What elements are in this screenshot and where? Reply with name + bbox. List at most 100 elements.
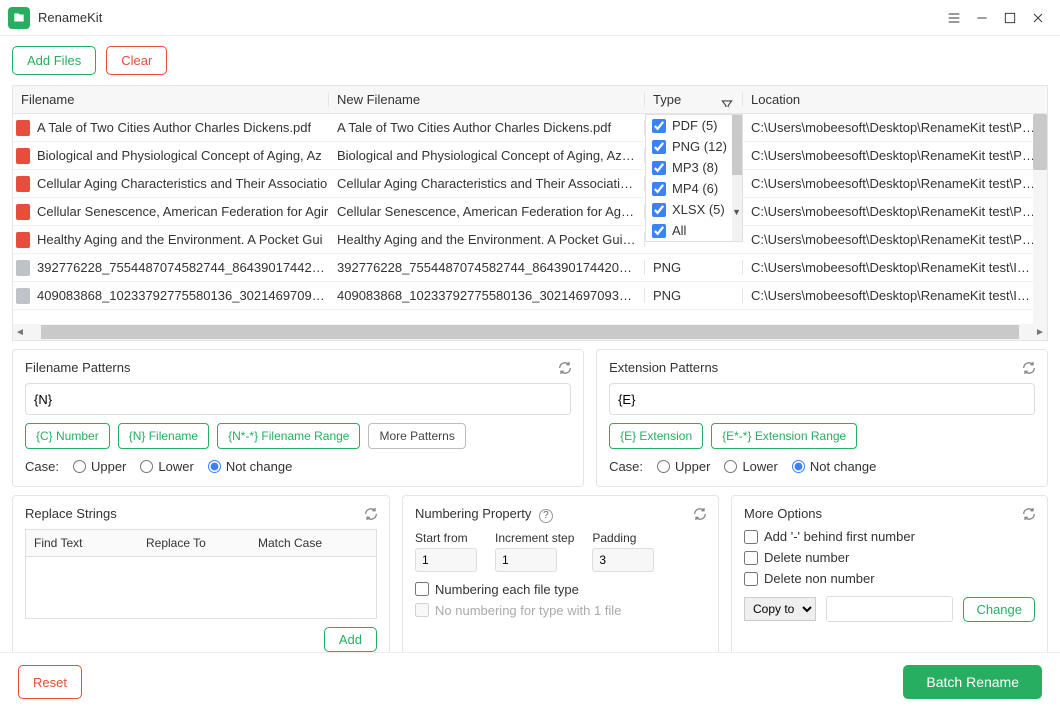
file-icon bbox=[15, 260, 31, 276]
delete-number-check[interactable]: Delete number bbox=[744, 550, 1035, 565]
type-filter-item[interactable]: All bbox=[646, 220, 742, 241]
panel-title: More Options bbox=[744, 506, 1035, 521]
file-icon bbox=[15, 232, 31, 248]
type-filter-item[interactable]: MP4 (6) bbox=[646, 178, 742, 199]
add-files-button[interactable]: Add Files bbox=[12, 46, 96, 75]
batch-rename-button[interactable]: Batch Rename bbox=[903, 665, 1042, 699]
more-patterns-button[interactable]: More Patterns bbox=[368, 423, 465, 449]
case-label: Case: bbox=[25, 459, 59, 474]
case-notchange-radio[interactable]: Not change bbox=[208, 459, 293, 474]
table-body: A Tale of Two Cities Author Charles Dick… bbox=[13, 114, 1047, 324]
horizontal-scrollbar[interactable]: ◄► bbox=[13, 324, 1047, 340]
header-type[interactable]: Type bbox=[645, 92, 743, 107]
replace-table-body[interactable] bbox=[25, 557, 377, 619]
numbering-each-type-check[interactable]: Numbering each file type bbox=[415, 582, 706, 597]
copy-path-field[interactable] bbox=[826, 596, 953, 622]
location-cell: C:\Users\mobeesoft\Desktop\RenameKit tes… bbox=[743, 288, 1047, 303]
increment-label: Increment step bbox=[495, 531, 574, 545]
tag-e-extension[interactable]: {E} Extension bbox=[609, 423, 703, 449]
panel-title: Filename Patterns bbox=[25, 360, 571, 375]
type-filter-item[interactable]: PNG (12) bbox=[646, 136, 742, 157]
case-notchange-radio[interactable]: Not change bbox=[792, 459, 877, 474]
delete-non-number-check[interactable]: Delete non number bbox=[744, 571, 1035, 586]
type-cell: PNG bbox=[645, 260, 743, 275]
start-from-input[interactable] bbox=[415, 548, 477, 572]
change-button[interactable]: Change bbox=[963, 597, 1035, 622]
padding-input[interactable] bbox=[592, 548, 654, 572]
type-filter-item[interactable]: XLSX (5) bbox=[646, 199, 742, 220]
table-row[interactable]: A Tale of Two Cities Author Charles Dick… bbox=[13, 114, 1047, 142]
refresh-icon[interactable] bbox=[363, 506, 379, 522]
table-row[interactable]: Cellular Senescence, American Federation… bbox=[13, 198, 1047, 226]
panel-title: Replace Strings bbox=[25, 506, 377, 521]
extension-pattern-input[interactable] bbox=[609, 383, 1035, 415]
case-lower-radio[interactable]: Lower bbox=[724, 459, 777, 474]
filter-icon[interactable] bbox=[720, 98, 734, 107]
no-numbering-single-check[interactable]: No numbering for type with 1 file bbox=[415, 603, 706, 618]
refresh-icon[interactable] bbox=[1021, 360, 1037, 376]
header-location[interactable]: Location bbox=[743, 92, 1047, 107]
clear-button[interactable]: Clear bbox=[106, 46, 167, 75]
filename-pattern-input[interactable] bbox=[25, 383, 571, 415]
menu-icon[interactable] bbox=[940, 4, 968, 32]
header-find: Find Text bbox=[26, 530, 138, 556]
type-filter-item[interactable]: PDF (5) bbox=[646, 115, 742, 136]
table-row[interactable]: Healthy Aging and the Environment. A Poc… bbox=[13, 226, 1047, 254]
maximize-button[interactable] bbox=[996, 4, 1024, 32]
file-icon bbox=[15, 204, 31, 220]
tag-n-range[interactable]: {N*-*} Filename Range bbox=[217, 423, 360, 449]
header-match: Match Case bbox=[250, 530, 376, 556]
increment-input[interactable] bbox=[495, 548, 557, 572]
refresh-icon[interactable] bbox=[692, 506, 708, 522]
extension-patterns-panel: Extension Patterns {E} Extension {E*-*} … bbox=[596, 349, 1048, 487]
panel-title: Numbering Property ? bbox=[415, 506, 706, 523]
new-filename-cell: Healthy Aging and the Environment. A Poc… bbox=[329, 232, 645, 247]
filename-cell: A Tale of Two Cities Author Charles Dick… bbox=[37, 120, 311, 135]
case-upper-radio[interactable]: Upper bbox=[657, 459, 710, 474]
table-row[interactable]: Cellular Aging Characteristics and Their… bbox=[13, 170, 1047, 198]
new-filename-cell: Cellular Senescence, American Federation… bbox=[329, 204, 645, 219]
vertical-scrollbar[interactable] bbox=[1033, 114, 1047, 324]
header-filename[interactable]: Filename bbox=[13, 92, 329, 107]
header-replace: Replace To bbox=[138, 530, 250, 556]
minimize-button[interactable] bbox=[968, 4, 996, 32]
header-new-filename[interactable]: New Filename bbox=[329, 92, 645, 107]
type-filter-popup: PDF (5) PNG (12) MP3 (8) MP4 (6) XLSX (5… bbox=[645, 114, 743, 242]
tag-e-range[interactable]: {E*-*} Extension Range bbox=[711, 423, 857, 449]
table-row[interactable]: 409083868_10233792775580136_302146970936… bbox=[13, 282, 1047, 310]
close-button[interactable] bbox=[1024, 4, 1052, 32]
add-dash-check[interactable]: Add '-' behind first number bbox=[744, 529, 1035, 544]
refresh-icon[interactable] bbox=[557, 360, 573, 376]
table-row[interactable]: Biological and Physiological Concept of … bbox=[13, 142, 1047, 170]
panel-title: Extension Patterns bbox=[609, 360, 1035, 375]
new-filename-cell: Biological and Physiological Concept of … bbox=[329, 148, 645, 163]
new-filename-cell: A Tale of Two Cities Author Charles Dick… bbox=[329, 120, 645, 135]
help-icon[interactable]: ? bbox=[539, 509, 553, 523]
location-cell: C:\Users\mobeesoft\Desktop\RenameKit tes… bbox=[743, 176, 1047, 191]
location-cell: C:\Users\mobeesoft\Desktop\RenameKit tes… bbox=[743, 148, 1047, 163]
filename-cell: 409083868_10233792775580136_302146970936… bbox=[37, 288, 329, 303]
reset-button[interactable]: Reset bbox=[18, 665, 82, 699]
case-upper-radio[interactable]: Upper bbox=[73, 459, 126, 474]
titlebar: RenameKit bbox=[0, 0, 1060, 36]
filename-patterns-panel: Filename Patterns {C} Number {N} Filenam… bbox=[12, 349, 584, 487]
location-cell: C:\Users\mobeesoft\Desktop\RenameKit tes… bbox=[743, 204, 1047, 219]
copy-to-select[interactable]: Copy to bbox=[744, 597, 816, 621]
type-cell: PNG bbox=[645, 288, 743, 303]
tag-n-filename[interactable]: {N} Filename bbox=[118, 423, 209, 449]
filename-cell: Healthy Aging and the Environment. A Poc… bbox=[37, 232, 322, 247]
refresh-icon[interactable] bbox=[1021, 506, 1037, 522]
replace-table-header: Find Text Replace To Match Case bbox=[25, 529, 377, 557]
start-from-label: Start from bbox=[415, 531, 477, 545]
app-title: RenameKit bbox=[38, 10, 102, 25]
new-filename-cell: 392776228_7554487074582744_8643901744203… bbox=[329, 260, 645, 275]
add-replace-button[interactable]: Add bbox=[324, 627, 377, 652]
table-row[interactable]: 392776228_7554487074582744_8643901744203… bbox=[13, 254, 1047, 282]
case-lower-radio[interactable]: Lower bbox=[140, 459, 193, 474]
new-filename-cell: 409083868_10233792775580136_302146970936… bbox=[329, 288, 645, 303]
filename-cell: Biological and Physiological Concept of … bbox=[37, 148, 322, 163]
type-filter-item[interactable]: MP3 (8) bbox=[646, 157, 742, 178]
tag-c-number[interactable]: {C} Number bbox=[25, 423, 110, 449]
replace-strings-panel: Replace Strings Find Text Replace To Mat… bbox=[12, 495, 390, 665]
file-table: Filename New Filename Type Location A Ta… bbox=[12, 85, 1048, 341]
